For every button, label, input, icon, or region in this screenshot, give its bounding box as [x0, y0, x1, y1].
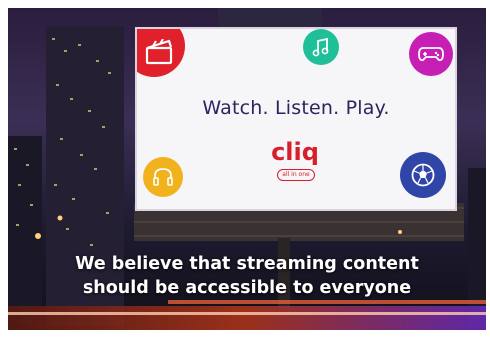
billboard: Watch. Listen. Play. cliq all in one [137, 29, 455, 209]
music-note-icon [303, 29, 339, 65]
image-frame: Watch. Listen. Play. cliq all in one We … [0, 0, 490, 340]
brand-logo: cliq [271, 138, 319, 166]
clapperboard-icon [137, 29, 185, 77]
caption-line-2: should be accessible to everyone [82, 278, 412, 298]
billboard-headline: Watch. Listen. Play. [202, 97, 390, 119]
gamepad-icon [409, 32, 453, 76]
caption: We believe that streaming content should… [8, 252, 486, 300]
headphones-icon [143, 157, 183, 197]
caption-line-1: We believe that streaming content [75, 254, 419, 274]
soccer-ball-icon [400, 152, 446, 198]
brand-tagline: all in one [277, 169, 315, 181]
